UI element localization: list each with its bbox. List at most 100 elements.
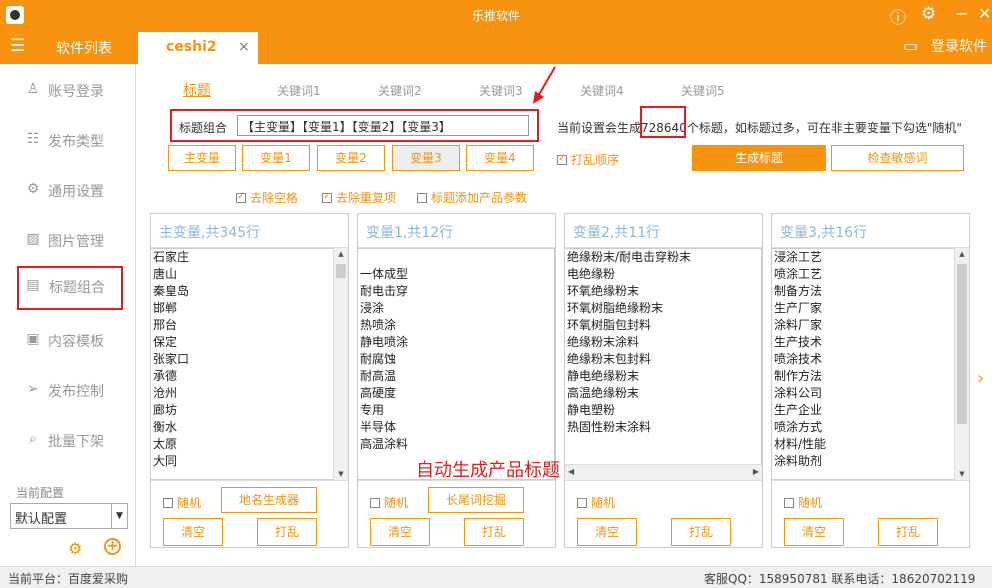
variable3-button[interactable]: 变量3 bbox=[392, 145, 460, 171]
list-item[interactable]: 唐山 bbox=[151, 266, 334, 283]
tab-close-icon[interactable]: × bbox=[238, 39, 250, 55]
list-item[interactable]: 邯郸 bbox=[151, 300, 334, 317]
scroll-right-icon[interactable]: ▶ bbox=[753, 467, 759, 476]
vertical-scrollbar[interactable]: ▲ ▼ bbox=[954, 248, 969, 480]
place-name-generator-button[interactable]: 地名生成器 bbox=[221, 487, 317, 513]
random-checkbox[interactable]: 随机 bbox=[163, 494, 201, 511]
list-item[interactable]: 承德 bbox=[151, 368, 334, 385]
list-item[interactable]: 大同 bbox=[151, 453, 334, 470]
list-item[interactable] bbox=[358, 249, 554, 266]
clear-button[interactable]: 清空 bbox=[784, 518, 844, 546]
list-item[interactable]: 秦皇岛 bbox=[151, 283, 334, 300]
sidebar-item-title-combo[interactable]: ▤ 标题组合 bbox=[17, 266, 123, 310]
horizontal-scrollbar[interactable]: ◀ ▶ bbox=[565, 464, 762, 480]
variable4-button[interactable]: 变量4 bbox=[466, 145, 534, 171]
tab-keyword1[interactable]: 关键词1 bbox=[277, 82, 321, 99]
list-item[interactable]: 高硬度 bbox=[358, 385, 554, 402]
remove-spaces-checkbox[interactable]: 去除空格 bbox=[236, 189, 298, 206]
list-item[interactable]: 喷涂技术 bbox=[772, 351, 955, 368]
list-item[interactable]: 耐腐蚀 bbox=[358, 351, 554, 368]
list-item[interactable]: 浸涂 bbox=[358, 300, 554, 317]
vertical-scrollbar[interactable]: ▲ ▼ bbox=[333, 248, 348, 480]
list-item[interactable]: 生产厂家 bbox=[772, 300, 955, 317]
shuffle-button[interactable]: 打乱 bbox=[671, 518, 731, 546]
chevron-down-icon[interactable]: ▼ bbox=[111, 504, 127, 528]
variable1-button[interactable]: 变量1 bbox=[242, 145, 310, 171]
random-checkbox[interactable]: 随机 bbox=[784, 494, 822, 511]
check-sensitive-words-button[interactable]: 检查敏感词 bbox=[831, 145, 964, 171]
add-config-icon[interactable]: + bbox=[104, 538, 121, 555]
list-item[interactable]: 静电喷涂 bbox=[358, 334, 554, 351]
list-item[interactable]: 张家口 bbox=[151, 351, 334, 368]
minimize-icon[interactable]: − bbox=[955, 4, 968, 23]
list-item[interactable]: 衡水 bbox=[151, 419, 334, 436]
clear-button[interactable]: 清空 bbox=[577, 518, 637, 546]
list-item[interactable]: 生产企业 bbox=[772, 402, 955, 419]
list-item[interactable]: 高温绝缘粉末 bbox=[565, 385, 761, 402]
sidebar-item-general-settings[interactable]: ⚙ 通用设置 bbox=[0, 170, 136, 210]
list-item[interactable]: 环氧树脂包封料 bbox=[565, 317, 761, 334]
list-item[interactable]: 喷涂方式 bbox=[772, 419, 955, 436]
list-item[interactable]: 高温涂料 bbox=[358, 436, 554, 453]
list-item[interactable]: 涂料助剂 bbox=[772, 453, 955, 470]
tab-keyword4[interactable]: 关键词4 bbox=[580, 82, 624, 99]
random-checkbox[interactable]: 随机 bbox=[577, 494, 615, 511]
list-item[interactable]: 喷涂工艺 bbox=[772, 266, 955, 283]
sidebar-item-account-login[interactable]: ♙ 账号登录 bbox=[0, 70, 136, 110]
list-item[interactable]: 廊坊 bbox=[151, 402, 334, 419]
list-item[interactable]: 涂料厂家 bbox=[772, 317, 955, 334]
shuffle-button[interactable]: 打乱 bbox=[464, 518, 524, 546]
generate-titles-button[interactable]: 生成标题 bbox=[692, 145, 826, 171]
shuffle-button[interactable]: 打乱 bbox=[257, 518, 317, 546]
list-item[interactable]: 热喷涂 bbox=[358, 317, 554, 334]
list-item[interactable]: 绝缘粉末涂料 bbox=[565, 334, 761, 351]
sidebar-item-batch-delist[interactable]: ⌕ 批量下架 bbox=[0, 420, 136, 460]
list-item[interactable]: 涂料公司 bbox=[772, 385, 955, 402]
list-item[interactable]: 耐高温 bbox=[358, 368, 554, 385]
list-item[interactable]: 沧州 bbox=[151, 385, 334, 402]
list-item[interactable]: 石家庄 bbox=[151, 249, 334, 266]
random-checkbox[interactable]: 随机 bbox=[370, 494, 408, 511]
scroll-up-icon[interactable]: ▲ bbox=[334, 250, 348, 258]
chevron-right-icon[interactable]: › bbox=[977, 368, 984, 389]
sidebar-item-publish-type[interactable]: ☷ 发布类型 bbox=[0, 120, 136, 160]
clear-button[interactable]: 清空 bbox=[370, 518, 430, 546]
list-item[interactable]: 制备方法 bbox=[772, 283, 955, 300]
tab-keyword2[interactable]: 关键词2 bbox=[378, 82, 422, 99]
list-item[interactable]: 浸涂工艺 bbox=[772, 249, 955, 266]
variable-list[interactable]: 浸涂工艺 喷涂工艺 制备方法 生产厂家 涂料厂家 生产技术 喷涂技术 制作方法 涂料公司 生产企业… bbox=[772, 248, 956, 480]
tab-keyword3[interactable]: 关键词3 bbox=[479, 82, 523, 99]
config-settings-gear-icon[interactable]: ⚙ bbox=[68, 539, 82, 558]
title-combo-input[interactable]: 【主变量】【变量1】【变量2】【变量3】 bbox=[237, 115, 529, 136]
tab-keyword5[interactable]: 关键词5 bbox=[681, 82, 725, 99]
list-item[interactable]: 绝缘粉末/耐电击穿粉末 bbox=[565, 249, 761, 266]
sidebar-item-publish-control[interactable]: ➢ 发布控制 bbox=[0, 370, 136, 410]
list-item[interactable]: 生产技术 bbox=[772, 334, 955, 351]
shuffle-button[interactable]: 打乱 bbox=[878, 518, 938, 546]
sidebar-item-content-template[interactable]: ▣ 内容模板 bbox=[0, 320, 136, 360]
tab-ceshi2[interactable]: ceshi2 × bbox=[138, 32, 258, 64]
list-item[interactable]: 材料/性能 bbox=[772, 436, 955, 453]
remove-duplicates-checkbox[interactable]: 去除重复项 bbox=[322, 189, 396, 206]
scroll-thumb[interactable] bbox=[957, 264, 967, 424]
list-item[interactable]: 静电绝缘粉末 bbox=[565, 368, 761, 385]
list-item[interactable]: 保定 bbox=[151, 334, 334, 351]
scroll-down-icon[interactable]: ▼ bbox=[955, 470, 969, 478]
list-item[interactable]: 半导体 bbox=[358, 419, 554, 436]
list-item[interactable]: 制作方法 bbox=[772, 368, 955, 385]
list-item[interactable]: 环氧绝缘粉末 bbox=[565, 283, 761, 300]
scroll-thumb[interactable] bbox=[336, 264, 346, 278]
add-product-params-checkbox[interactable]: 标题添加产品参数 bbox=[417, 189, 527, 206]
list-item[interactable]: 绝缘粉末包封料 bbox=[565, 351, 761, 368]
software-list-link[interactable]: 软件列表 bbox=[56, 38, 112, 58]
list-item[interactable]: 邢台 bbox=[151, 317, 334, 334]
tab-title[interactable]: 标题 bbox=[183, 80, 211, 100]
variable-list[interactable]: 一体成型 耐电击穿 浸涂 热喷涂 静电喷涂 耐腐蚀 耐高温 高硬度 专用 半导体 高温涂料 bbox=[358, 248, 555, 480]
list-item[interactable]: 热固性粉末涂料 bbox=[565, 419, 761, 436]
long-tail-keyword-button[interactable]: 长尾词挖掘 bbox=[428, 487, 524, 513]
list-item[interactable]: 环氧树脂绝缘粉末 bbox=[565, 300, 761, 317]
shuffle-order-checkbox[interactable]: 打乱顺序 bbox=[557, 151, 619, 168]
config-select[interactable]: 默认配置 ▼ bbox=[10, 503, 128, 529]
list-item[interactable]: 专用 bbox=[358, 402, 554, 419]
settings-gear-icon[interactable]: ⚙ bbox=[921, 4, 936, 24]
